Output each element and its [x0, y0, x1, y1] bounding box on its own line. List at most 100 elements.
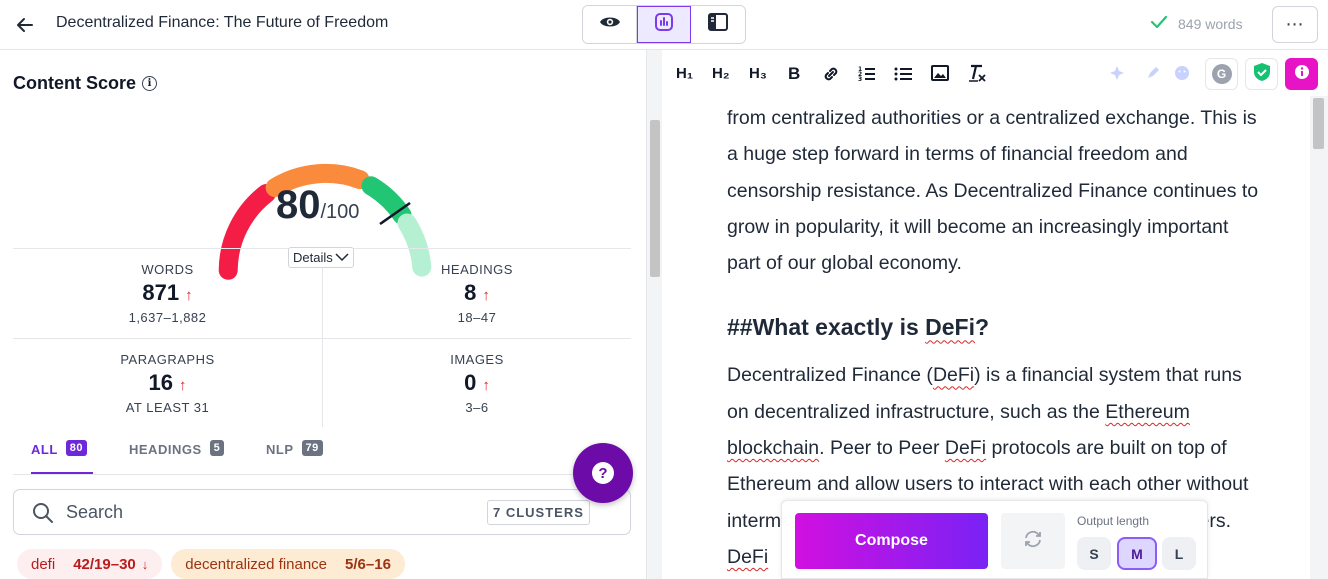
- size-s-button[interactable]: S: [1077, 537, 1111, 570]
- stat-label: HEADINGS: [441, 262, 513, 277]
- bullet-list-icon[interactable]: [894, 65, 912, 87]
- clusters-button[interactable]: 7 CLUSTERS: [487, 500, 590, 525]
- keyword-chips: defi 42/19–30 ↓ decentralized finance 5/…: [17, 549, 405, 579]
- keyword-search-box: 7 CLUSTERS: [13, 489, 631, 535]
- scrollbar-thumb[interactable]: [650, 120, 660, 277]
- score-number: 80: [276, 183, 321, 227]
- magic-icon[interactable]: [1110, 66, 1124, 84]
- compose-button[interactable]: Compose: [795, 513, 988, 569]
- tab-count-badge: 5: [209, 440, 225, 456]
- text-run: . Peer to Peer: [819, 437, 945, 460]
- stat-value: 0 ↑: [323, 370, 631, 396]
- score-icon: [654, 12, 674, 37]
- regenerate-button[interactable]: [1001, 513, 1065, 569]
- size-m-button[interactable]: M: [1117, 537, 1157, 570]
- spell-flagged-word: DeFi: [944, 437, 987, 460]
- stat-images: IMAGES 0 ↑ 3–6: [322, 338, 631, 427]
- spell-flagged-word: blockchain: [727, 437, 820, 460]
- output-length-label: Output length: [1077, 514, 1150, 528]
- stat-number: 0: [464, 370, 477, 395]
- more-options-button[interactable]: ⋯: [1272, 6, 1318, 43]
- stat-range: AT LEAST 31: [125, 400, 210, 415]
- link-icon[interactable]: [822, 65, 840, 87]
- tab-label: ALL: [31, 442, 58, 457]
- search-input[interactable]: [66, 490, 466, 534]
- stat-headings: HEADINGS 8 ↑ 18–47: [322, 249, 631, 338]
- top-bar: Decentralized Finance: The Future of Fre…: [0, 0, 1328, 50]
- chevron-down-icon: [335, 250, 349, 265]
- svg-text:3: 3: [858, 76, 862, 83]
- compose-popup: Compose Output length S M L: [781, 500, 1208, 579]
- tab-count-badge: 79: [301, 440, 323, 456]
- eye-icon: [599, 14, 621, 35]
- stat-value: 16 ↑: [13, 370, 322, 396]
- refresh-icon: [1022, 528, 1044, 555]
- score-value: 80/100: [276, 183, 359, 228]
- editor-scrollbar[interactable]: [1310, 96, 1328, 579]
- bold-button[interactable]: B: [788, 64, 800, 84]
- panel-view-button[interactable]: [691, 6, 745, 43]
- back-arrow-icon[interactable]: [12, 12, 38, 38]
- word-count-label: 849 words: [1178, 15, 1243, 32]
- score-max: /100: [320, 201, 360, 223]
- help-button[interactable]: ?: [573, 443, 633, 503]
- stat-label: WORDS: [141, 262, 194, 277]
- content-heading: ##What exactly is DeFi?: [727, 311, 1267, 343]
- keyword-count: 5/6–16: [345, 555, 391, 573]
- content-score-title: Content Score: [13, 73, 137, 93]
- tab-headings[interactable]: HEADINGS 5: [129, 440, 225, 474]
- heading-text: ##What exactly is: [727, 314, 926, 341]
- size-l-button[interactable]: L: [1162, 537, 1196, 570]
- scrollbar-thumb[interactable]: [1313, 98, 1324, 149]
- keyword-tabs: ALL 80 HEADINGS 5 NLP 79: [13, 430, 631, 475]
- info-icon[interactable]: i: [142, 76, 158, 91]
- check-icon: [1150, 15, 1168, 32]
- tab-label: HEADINGS: [129, 442, 202, 457]
- stat-number: 8: [464, 280, 477, 305]
- keyword-chip[interactable]: defi 42/19–30 ↓: [17, 549, 163, 579]
- keyword-term: defi: [31, 555, 56, 573]
- text-run: Decentralized Finance (: [727, 364, 933, 387]
- tab-all[interactable]: ALL 80: [31, 440, 93, 474]
- word-count-status: 849 words: [1150, 15, 1243, 32]
- search-icon: [32, 502, 54, 529]
- heading2-button[interactable]: H₂: [712, 65, 730, 82]
- tab-count-badge: 80: [65, 440, 88, 456]
- spell-flagged-word: DeFi: [932, 364, 975, 387]
- editor-toolbar: H₁ H₂ H₃ B 123 G: [662, 50, 1328, 96]
- emoji-icon[interactable]: [1174, 65, 1190, 85]
- left-scrollbar[interactable]: [646, 50, 662, 579]
- stat-value: 871 ↑: [13, 280, 322, 306]
- plagiarism-check-button[interactable]: [1245, 58, 1278, 90]
- stat-range: 3–6: [465, 400, 489, 415]
- pen-icon[interactable]: [1146, 66, 1160, 84]
- preview-view-button[interactable]: [583, 6, 637, 43]
- ordered-list-icon[interactable]: 123: [858, 65, 876, 87]
- more-dots-icon: ⋯: [1285, 14, 1305, 34]
- heading3-button[interactable]: H₃: [749, 65, 767, 82]
- arrow-up-icon: ↑: [185, 287, 193, 304]
- stat-label: IMAGES: [450, 352, 504, 367]
- grammarly-button[interactable]: G: [1205, 58, 1238, 90]
- content-score-heading: Content Score i: [13, 73, 158, 94]
- heading-text: ?: [975, 314, 990, 341]
- tab-label: NLP: [266, 442, 294, 457]
- stat-number: 16: [148, 370, 173, 395]
- tab-nlp[interactable]: NLP 79: [266, 440, 323, 474]
- score-view-button[interactable]: [637, 6, 691, 43]
- details-dropdown-button[interactable]: Details: [288, 247, 354, 268]
- clear-format-icon[interactable]: [968, 63, 988, 87]
- panel-icon: [707, 12, 729, 37]
- heading1-button[interactable]: H₁: [676, 65, 693, 82]
- paragraph: from centralized authorities or a centra…: [727, 107, 1259, 275]
- keyword-term: decentralized finance: [185, 555, 328, 573]
- keyword-chip[interactable]: decentralized finance 5/6–16: [171, 549, 405, 579]
- spell-flagged-word: Ethereum: [1105, 400, 1190, 423]
- image-icon[interactable]: [931, 65, 949, 85]
- stats-grid: WORDS 871 ↑ 1,637–1,882 HEADINGS 8 ↑ 18–47…: [13, 248, 631, 428]
- stat-value: 8 ↑: [323, 280, 631, 306]
- info-icon: [1294, 64, 1310, 85]
- details-label: Details: [293, 250, 333, 265]
- stat-paragraphs: PARAGRAPHS 16 ↑ AT LEAST 31: [13, 338, 322, 427]
- info-button[interactable]: [1285, 58, 1318, 90]
